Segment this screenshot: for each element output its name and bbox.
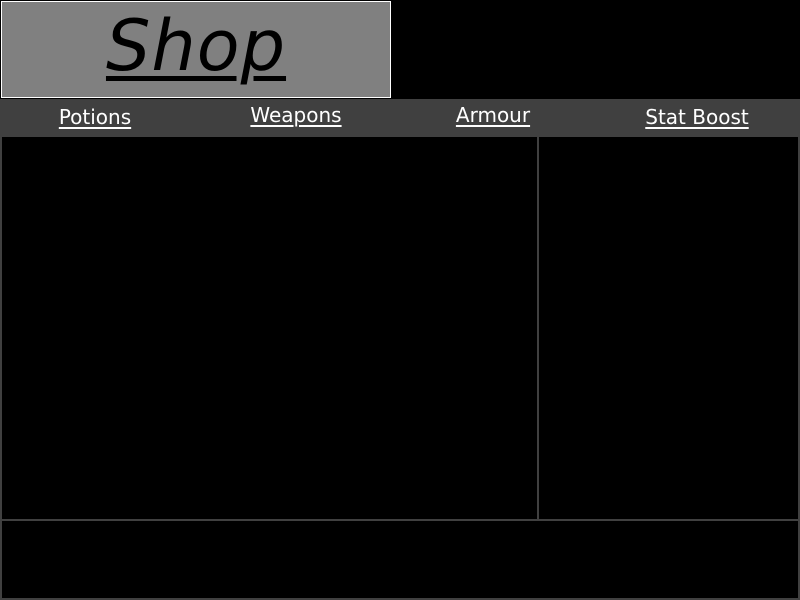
shop-title: Shop [105,4,287,87]
bottom-info-panel [0,519,800,600]
tab-stat-boost[interactable]: Stat Boost [637,99,757,135]
shop-title-banner: Shop [1,1,391,98]
category-tab-bar: Potions Weapons Armour Stat Boost [0,99,800,135]
item-detail-panel [537,135,800,522]
item-list-panel[interactable] [0,135,540,522]
tab-weapons[interactable]: Weapons [240,97,352,133]
tab-potions[interactable]: Potions [45,99,145,135]
tab-armour[interactable]: Armour [445,97,541,133]
